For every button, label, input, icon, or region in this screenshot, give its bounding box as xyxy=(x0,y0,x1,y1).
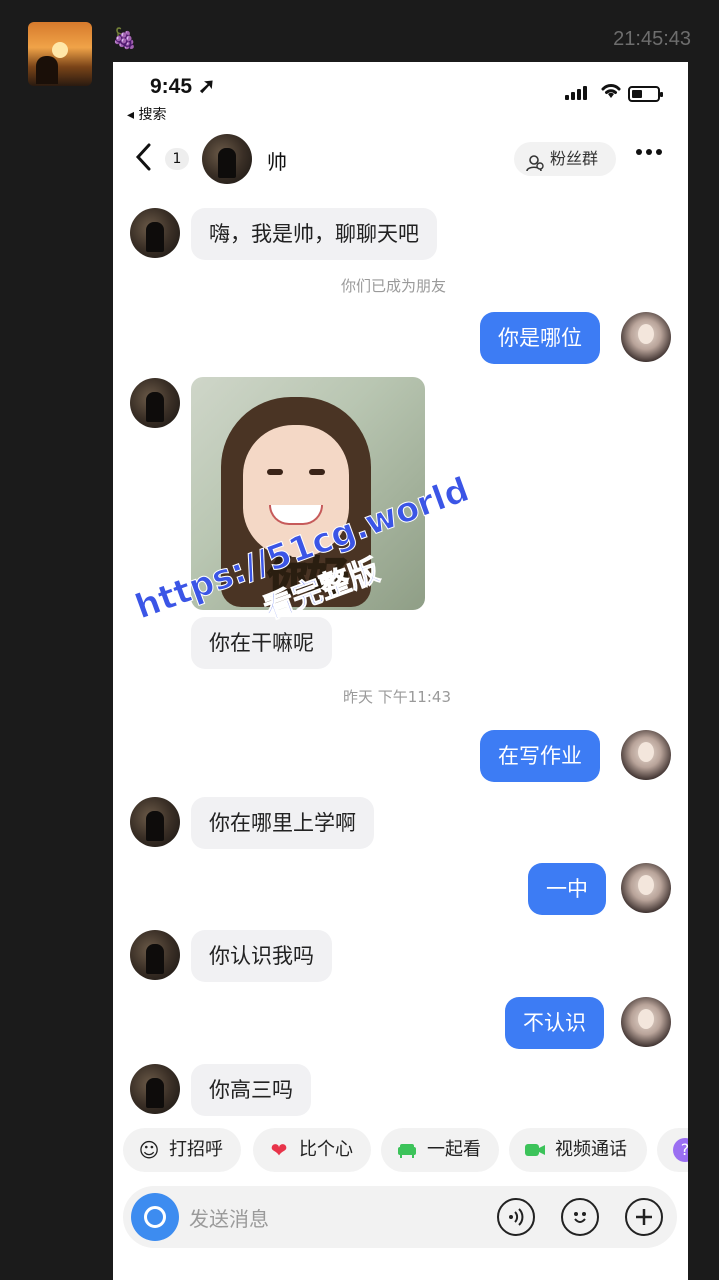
status-bar: 9:45 ➚ ◂ 搜索 xyxy=(113,62,688,124)
emoji-icon[interactable] xyxy=(561,1198,599,1236)
message-bubble-incoming[interactable]: 你在干嘛呢 xyxy=(191,617,332,669)
timestamp-divider: 昨天 下午11:43 xyxy=(343,688,451,706)
battery-icon xyxy=(628,86,663,102)
sun-graphic xyxy=(52,42,68,58)
message-bubble-outgoing[interactable]: 不认识 xyxy=(505,997,604,1049)
unread-count-badge: 1 xyxy=(165,148,189,170)
watch-together-chip[interactable]: 一起看 xyxy=(381,1128,499,1172)
message-bubble-incoming[interactable]: 你高三吗 xyxy=(191,1064,311,1116)
poster-avatar[interactable] xyxy=(28,22,92,86)
message-input[interactable]: 发送消息 xyxy=(189,1203,269,1232)
chat-header: 1 帅 粉丝群 xyxy=(113,124,688,188)
contact-avatar[interactable] xyxy=(130,208,180,258)
figure-graphic xyxy=(36,56,58,84)
system-notice: 你们已成为朋友 xyxy=(341,277,447,295)
chat-screenshot: 9:45 ➚ ◂ 搜索 1 帅 粉丝群 嗨，我是帅，聊聊天吧 你们已成为朋友 你… xyxy=(113,62,688,1280)
post-timestamp: 21:45:43 xyxy=(613,28,691,50)
question-icon: ? xyxy=(673,1138,688,1162)
contact-avatar[interactable] xyxy=(130,378,180,428)
video-call-chip[interactable]: 视频通话 xyxy=(509,1128,647,1172)
plus-icon[interactable] xyxy=(625,1198,663,1236)
sticker-image[interactable]: 你好 xyxy=(191,377,425,610)
more-actions-chip[interactable]: ? xyxy=(657,1128,688,1172)
back-to-search-link[interactable]: ◂ 搜索 xyxy=(127,104,166,124)
camera-icon[interactable] xyxy=(131,1193,179,1241)
my-avatar[interactable] xyxy=(621,730,671,780)
wave-hand-icon: ☺ xyxy=(138,1138,160,1162)
my-avatar[interactable] xyxy=(621,997,671,1047)
people-icon xyxy=(526,150,544,172)
contact-avatar[interactable] xyxy=(130,797,180,847)
voice-icon[interactable] xyxy=(497,1198,535,1236)
message-bubble-outgoing[interactable]: 你是哪位 xyxy=(480,312,600,364)
my-avatar[interactable] xyxy=(621,312,671,362)
contact-avatar[interactable] xyxy=(130,1064,180,1114)
message-bubble-incoming[interactable]: 嗨，我是帅，聊聊天吧 xyxy=(191,208,437,260)
my-avatar[interactable] xyxy=(621,863,671,913)
more-dots-icon[interactable] xyxy=(635,142,663,168)
heart-chip[interactable]: ❤ 比个心 xyxy=(253,1128,371,1172)
contact-avatar[interactable] xyxy=(202,134,252,184)
contact-name[interactable]: 帅 xyxy=(267,146,287,175)
quick-actions-bar: ☺ 打招呼 ❤ 比个心 一起看 视频通话 ? xyxy=(123,1128,688,1172)
poster-name[interactable]: 🍇 xyxy=(112,26,137,50)
sofa-icon xyxy=(395,1138,419,1162)
status-time: 9:45 ➚ xyxy=(150,75,216,98)
signal-icon xyxy=(565,84,591,100)
fans-group-label: 粉丝群 xyxy=(550,149,599,168)
fans-group-button[interactable]: 粉丝群 xyxy=(514,142,616,176)
contact-avatar[interactable] xyxy=(130,930,180,980)
message-bubble-outgoing[interactable]: 在写作业 xyxy=(480,730,600,782)
sticker-caption: 你好 xyxy=(267,553,349,601)
message-bubble-incoming[interactable]: 你在哪里上学啊 xyxy=(191,797,374,849)
message-bubble-outgoing[interactable]: 一中 xyxy=(528,863,606,915)
heart-icon: ❤ xyxy=(270,1138,288,1162)
greet-chip[interactable]: ☺ 打招呼 xyxy=(123,1128,241,1172)
video-camera-icon xyxy=(523,1138,547,1162)
chevron-left-icon[interactable] xyxy=(133,142,153,177)
message-bubble-incoming[interactable]: 你认识我吗 xyxy=(191,930,332,982)
message-input-bar: 发送消息 xyxy=(123,1186,677,1248)
wifi-icon xyxy=(599,80,623,105)
